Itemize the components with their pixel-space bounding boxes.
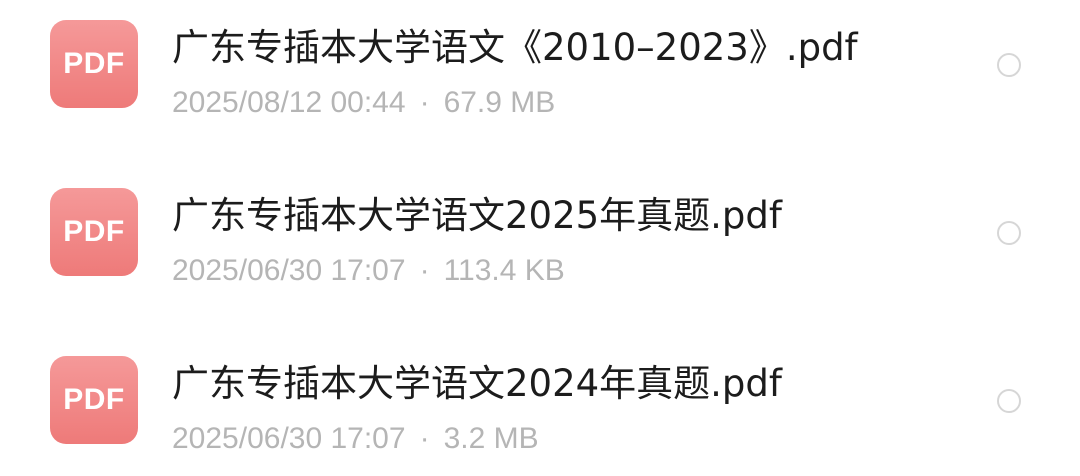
file-name[interactable]: 广东专插本大学语文《2010–2023》.pdf xyxy=(172,26,858,70)
pdf-icon-label: PDF xyxy=(63,47,125,80)
file-meta: 2025/06/30 17:07 · 3.2 MB xyxy=(172,420,539,458)
file-meta: 2025/06/30 17:07 · 113.4 KB xyxy=(172,252,565,290)
pdf-icon-label: PDF xyxy=(63,383,125,416)
meta-separator: · xyxy=(419,254,430,287)
file-meta: 2025/08/12 00:44 · 67.9 MB xyxy=(172,84,555,122)
pdf-icon-label: PDF xyxy=(63,215,125,248)
file-date: 2025/08/12 00:44 xyxy=(172,86,406,119)
file-date: 2025/06/30 17:07 xyxy=(172,254,406,287)
file-list: PDF 广东专插本大学语文《2010–2023》.pdf 2025/08/12 … xyxy=(0,0,1080,470)
file-name[interactable]: 广东专插本大学语文2025年真题.pdf xyxy=(172,194,782,238)
file-date: 2025/06/30 17:07 xyxy=(172,422,406,455)
pdf-file-icon: PDF xyxy=(50,20,138,108)
file-size: 67.9 MB xyxy=(443,86,556,119)
file-row[interactable]: PDF 广东专插本大学语文2025年真题.pdf 2025/06/30 17:0… xyxy=(0,168,1080,308)
meta-separator: · xyxy=(419,86,430,119)
file-size: 113.4 KB xyxy=(443,254,565,287)
file-row[interactable]: PDF 广东专插本大学语文《2010–2023》.pdf 2025/08/12 … xyxy=(0,0,1080,140)
file-name[interactable]: 广东专插本大学语文2024年真题.pdf xyxy=(172,362,782,406)
pdf-file-icon: PDF xyxy=(50,356,138,444)
select-radio-button[interactable] xyxy=(997,221,1021,245)
select-radio-button[interactable] xyxy=(997,389,1021,413)
pdf-file-icon: PDF xyxy=(50,188,138,276)
meta-separator: · xyxy=(419,422,430,455)
file-row[interactable]: PDF 广东专插本大学语文2024年真题.pdf 2025/06/30 17:0… xyxy=(0,336,1080,476)
select-radio-button[interactable] xyxy=(997,53,1021,77)
file-size: 3.2 MB xyxy=(443,422,539,455)
